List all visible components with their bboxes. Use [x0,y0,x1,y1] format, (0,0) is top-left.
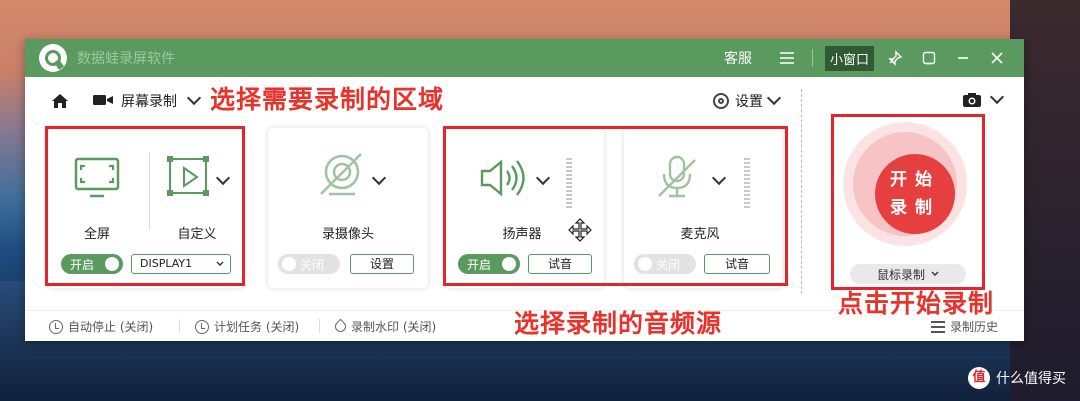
service-link[interactable]: 客服 [724,48,752,68]
annotation-select-area: 选择需要录制的区域 [210,85,445,114]
app-title: 数据蛙录屏软件 [77,51,175,67]
chevron-down-icon [187,90,202,106]
video-camera-icon [93,95,113,105]
titlebar-divider [811,49,813,67]
area-highlight-box [45,126,245,286]
settings-label: 设置 [735,94,763,110]
mini-window-button[interactable]: 小窗口 [824,45,874,71]
app-logo-icon [39,44,67,72]
history-option[interactable]: 录制历史 [931,318,998,335]
schedule-option[interactable]: 计划任务 (关闭) [195,318,299,335]
titlebar-controls: 客服 小窗口 [724,39,1014,77]
auto-stop-option[interactable]: 自动停止 (关闭) [49,318,153,335]
toggle-knob [282,257,296,271]
bottom-separator [319,319,320,333]
record-highlight-box [831,114,985,290]
clock-icon [49,319,63,334]
alarm-clock-icon [195,319,209,334]
site-watermark-logo: 值 [968,367,990,389]
settings-menu[interactable]: 设置 [713,90,782,111]
annotation-select-audio: 选择录制的音频源 [514,309,723,338]
bottom-separator [179,319,180,333]
webcam-toggle[interactable]: 关闭 [278,254,340,274]
camera-icon [963,93,981,107]
auto-stop-label: 自动停止 (关闭) [68,320,154,334]
webcam-card: 录摄像头 关闭 设置 [268,128,428,288]
watermark-option[interactable]: 录制水印 (关闭) [332,318,437,335]
chevron-down-icon [766,90,782,106]
home-icon[interactable] [51,93,69,109]
pin-icon[interactable] [878,39,912,77]
record-mode-label: 屏幕录制 [121,94,177,110]
list-icon [931,320,945,333]
webcam-settings-button[interactable]: 设置 [350,254,414,274]
record-mode-selector[interactable]: 屏幕录制 [121,90,202,111]
watermark-label: 录制水印 (关闭) [351,320,437,334]
section-divider [801,89,802,294]
webcam-off-icon[interactable] [315,150,369,200]
chevron-down-icon [989,89,1005,105]
site-watermark-text: 什么值得买 [996,371,1066,387]
webcam-toggle-label: 关闭 [300,258,325,272]
minimize-icon[interactable] [946,39,980,77]
webcam-label: 录摄像头 [321,227,374,242]
audio-highlight-box [443,126,788,286]
gear-icon [713,93,729,109]
history-label: 录制历史 [950,320,999,334]
water-drop-icon [332,318,349,335]
schedule-label: 计划任务 (关闭) [214,320,300,334]
close-icon[interactable] [980,39,1014,77]
annotation-click-start: 点击开始录制 [838,289,995,318]
menu-icon[interactable] [770,39,804,77]
site-watermark: 值 什么值得买 [968,367,1066,389]
screenshot-menu[interactable] [962,89,1005,108]
titlebar: 数据蛙录屏软件 客服 小窗口 [25,39,1024,77]
restore-icon[interactable] [912,39,946,77]
webcam-chevron-icon[interactable] [371,170,387,186]
